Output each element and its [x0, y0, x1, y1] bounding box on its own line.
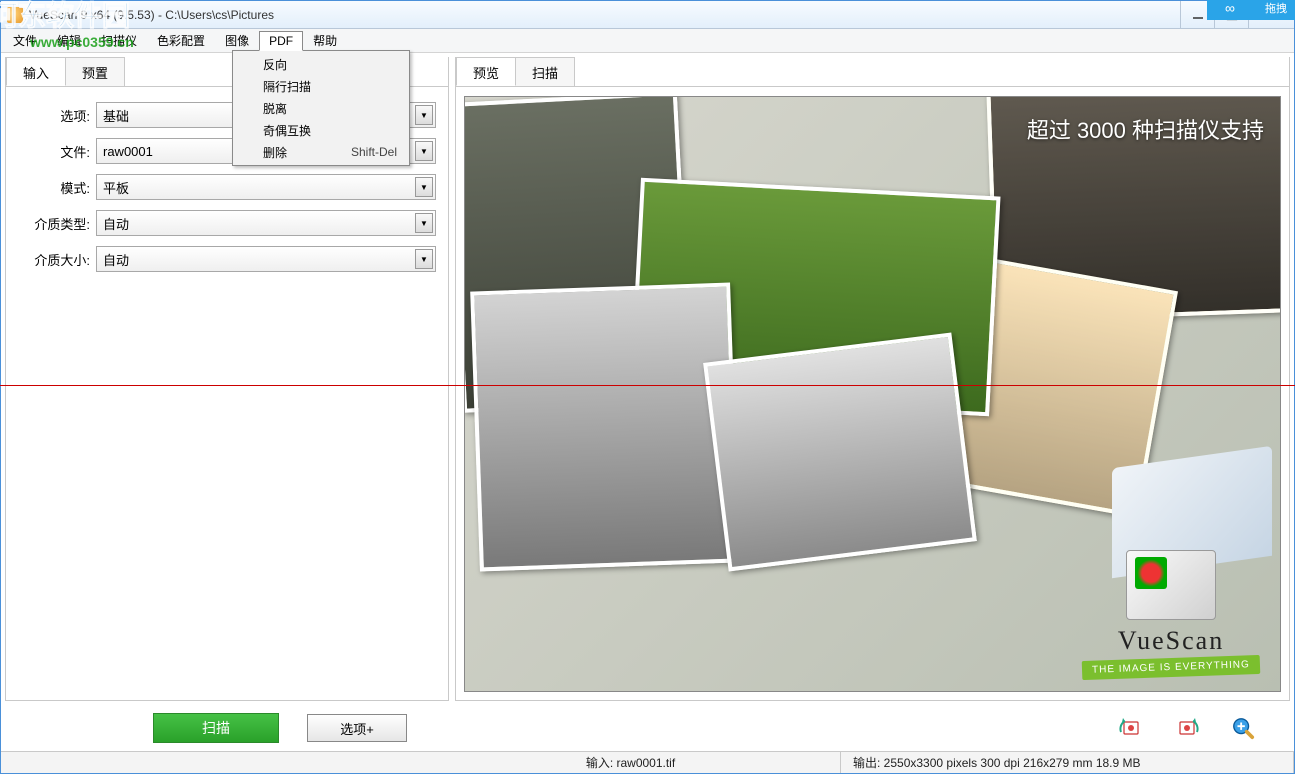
menu-scanner[interactable]: 扫描仪: [91, 29, 147, 52]
overlay-badge[interactable]: ∞ 拖拽: [1207, 0, 1295, 20]
status-output: 输出: 2550x3300 pixels 300 dpi 216x279 mm …: [841, 752, 1294, 773]
chevron-down-icon: ▼: [415, 177, 433, 197]
status-input: 输入: raw0001.tif: [421, 752, 841, 773]
overlay-text: 超过 3000 种扫描仪支持: [1027, 113, 1264, 145]
chevron-down-icon: ▼: [415, 213, 433, 233]
rotate-left-icon[interactable]: [1116, 715, 1146, 741]
menu-bar: 文件 编辑 扫描仪 色彩配置 图像 PDF 帮助: [1, 29, 1294, 53]
media-size-label: 介质大小:: [18, 250, 90, 269]
infinity-icon: ∞: [1207, 0, 1253, 20]
chevron-down-icon: ▼: [415, 141, 433, 161]
vuescan-logo: VueScan THE IMAGE IS EVERYTHING: [1082, 550, 1260, 677]
pdf-dropdown: 反向 隔行扫描 脱离 奇偶互换 删除Shift-Del: [232, 50, 410, 166]
media-type-label: 介质类型:: [18, 214, 90, 233]
menu-pdf[interactable]: PDF: [259, 31, 303, 51]
menu-item-swap[interactable]: 奇偶互换: [235, 119, 407, 141]
preview-image: 超过 3000 种扫描仪支持 VueScan THE IMAGE IS EVER…: [465, 97, 1280, 691]
bottom-toolbar: 扫描 选项+: [1, 705, 1294, 751]
tab-input[interactable]: 输入: [6, 57, 66, 86]
options-plus-button[interactable]: 选项+: [307, 714, 407, 742]
menu-item-delete[interactable]: 删除Shift-Del: [235, 141, 407, 163]
menu-color[interactable]: 色彩配置: [147, 29, 215, 52]
mode-label: 模式:: [18, 178, 90, 197]
app-icon: [7, 7, 23, 23]
menu-edit[interactable]: 编辑: [47, 29, 91, 52]
mode-select[interactable]: 平板▼: [96, 174, 436, 200]
tab-scan[interactable]: 扫描: [515, 57, 575, 86]
chevron-down-icon: ▼: [415, 249, 433, 269]
chevron-down-icon: ▼: [415, 105, 433, 125]
option-label: 选项:: [18, 106, 90, 125]
zoom-in-icon[interactable]: [1228, 715, 1258, 741]
file-label: 文件:: [18, 142, 90, 161]
preview-area[interactable]: 超过 3000 种扫描仪支持 VueScan THE IMAGE IS EVER…: [456, 88, 1289, 700]
right-panel: 预览 扫描 超过 3000 种扫描仪支持: [455, 57, 1290, 701]
menu-item-detach[interactable]: 脱离: [235, 97, 407, 119]
menu-help[interactable]: 帮助: [303, 29, 347, 52]
menu-item-reverse[interactable]: 反向: [235, 53, 407, 75]
media-size-select[interactable]: 自动▼: [96, 246, 436, 272]
scan-button[interactable]: 扫描: [153, 713, 279, 743]
title-bar: VueScan 9 x64 (9.5.53) - C:\Users\cs\Pic…: [1, 1, 1294, 29]
tab-preset[interactable]: 预置: [65, 57, 125, 86]
menu-item-interlace[interactable]: 隔行扫描: [235, 75, 407, 97]
tab-preview[interactable]: 预览: [456, 57, 516, 86]
menu-image[interactable]: 图像: [215, 29, 259, 52]
status-bar: 输入: raw0001.tif 输出: 2550x3300 pixels 300…: [1, 751, 1294, 773]
rotate-right-icon[interactable]: [1172, 715, 1202, 741]
window-title: VueScan 9 x64 (9.5.53) - C:\Users\cs\Pic…: [29, 8, 1180, 22]
media-type-select[interactable]: 自动▼: [96, 210, 436, 236]
menu-file[interactable]: 文件: [3, 29, 47, 52]
